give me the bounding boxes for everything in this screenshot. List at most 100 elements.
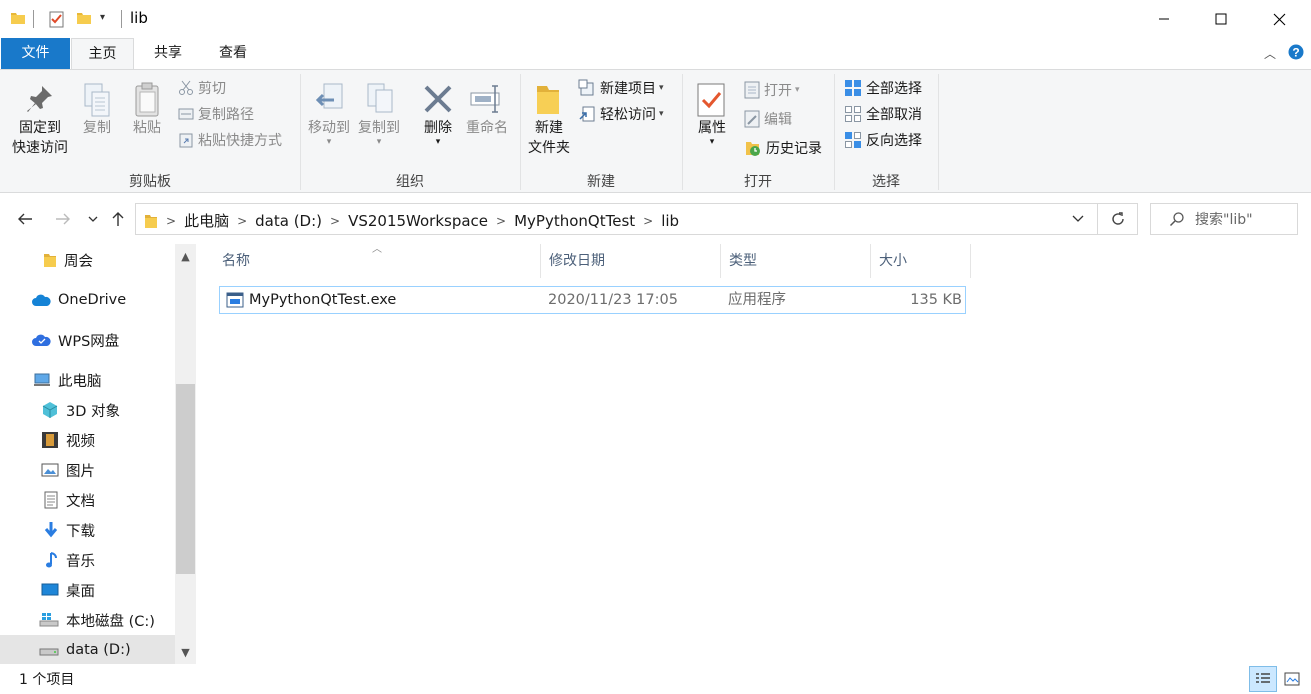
breadcrumb-lib[interactable]: lib xyxy=(655,212,685,230)
easy-access-label: 轻松访问 xyxy=(600,107,656,123)
nav-item-music[interactable]: 音乐 xyxy=(0,545,175,575)
breadcrumb-chevron-icon[interactable]: > xyxy=(641,214,655,228)
column-header-modified[interactable]: 修改日期 xyxy=(541,244,721,278)
scissors-icon xyxy=(178,80,194,96)
nav-item-onedrive[interactable]: OneDrive xyxy=(0,285,175,315)
move-to-button[interactable]: 移动到 ▾ xyxy=(304,82,354,147)
new-folder-quick-access-icon[interactable] xyxy=(76,10,92,26)
documents-icon xyxy=(43,491,59,509)
minimize-button[interactable] xyxy=(1136,0,1192,38)
scrollbar-thumb[interactable] xyxy=(176,384,195,574)
group-label-organize: 组织 xyxy=(396,174,424,190)
breadcrumb-data-drive[interactable]: data (D:) xyxy=(249,212,328,230)
copy-button[interactable]: 复制 xyxy=(76,82,118,138)
nav-item-label: 视频 xyxy=(66,433,95,450)
tab-view[interactable]: 查看 xyxy=(201,38,265,69)
invert-selection-button[interactable]: 反向选择 xyxy=(844,128,922,152)
forward-button[interactable] xyxy=(50,206,76,232)
scroll-up-arrow-icon[interactable]: ▲ xyxy=(175,246,196,266)
group-label-select: 选择 xyxy=(872,174,900,190)
history-button[interactable]: 历史记录 xyxy=(744,136,822,160)
column-header-type[interactable]: 类型 xyxy=(721,244,871,278)
breadcrumb-chevron-icon[interactable]: > xyxy=(328,214,342,228)
customize-quick-access-chevron-icon[interactable]: ▾ xyxy=(100,12,105,23)
refresh-button[interactable] xyxy=(1098,203,1138,235)
maximize-button[interactable] xyxy=(1193,0,1249,38)
large-icons-view-button[interactable] xyxy=(1278,666,1306,692)
help-icon[interactable]: ? xyxy=(1288,44,1304,60)
recent-locations-button[interactable] xyxy=(84,206,102,232)
up-button[interactable] xyxy=(106,206,130,232)
pin-to-quick-access-button[interactable]: 固定到 快速访问 xyxy=(6,82,74,158)
new-folder-label-line2: 文件夹 xyxy=(528,140,570,156)
desktop-icon xyxy=(41,582,59,598)
delete-button[interactable]: 删除 ▾ xyxy=(416,82,460,147)
easy-access-dropdown-caret: ▾ xyxy=(659,109,664,119)
search-box[interactable]: 搜索"lib" xyxy=(1150,203,1298,235)
easy-access-icon xyxy=(578,105,596,123)
breadcrumb-vs2015workspace[interactable]: VS2015Workspace xyxy=(342,212,494,230)
group-label-clipboard: 剪贴板 xyxy=(129,174,171,190)
paste-shortcut-button[interactable]: 粘贴快捷方式 xyxy=(178,128,282,152)
nav-item-zhouhui[interactable]: 周会 xyxy=(0,245,175,275)
exe-app-icon xyxy=(226,292,244,308)
select-none-label: 全部取消 xyxy=(866,107,922,123)
details-view-button[interactable] xyxy=(1249,666,1277,692)
rename-button[interactable]: 重命名 xyxy=(462,82,512,138)
address-bar[interactable]: > 此电脑 > data (D:) > VS2015Workspace > My… xyxy=(135,203,1098,235)
ribbon-tabs: 文件 主页 共享 查看 ︿ ? xyxy=(0,38,1311,70)
table-row[interactable]: MyPythonQtTest.exe 2020/11/23 17:05 应用程序… xyxy=(219,286,966,314)
nav-pane-scrollbar[interactable]: ▲ ▼ xyxy=(175,244,196,664)
nav-item-downloads[interactable]: 下载 xyxy=(0,515,175,545)
collapse-ribbon-icon[interactable]: ︿ xyxy=(1264,45,1276,62)
group-label-open: 打开 xyxy=(744,174,772,190)
close-button[interactable] xyxy=(1251,0,1307,38)
back-button[interactable] xyxy=(12,206,38,232)
new-folder-button[interactable]: 新建 文件夹 xyxy=(524,82,574,158)
onedrive-cloud-icon xyxy=(31,293,51,307)
column-header-size[interactable]: 大小 xyxy=(871,244,971,278)
nav-item-pictures[interactable]: 图片 xyxy=(0,455,175,485)
select-all-button[interactable]: 全部选择 xyxy=(844,76,922,100)
breadcrumb-chevron-icon[interactable]: > xyxy=(235,214,249,228)
tab-share[interactable]: 共享 xyxy=(136,38,200,69)
copy-to-button[interactable]: 复制到 ▾ xyxy=(354,82,404,147)
nav-item-wps-drive[interactable]: WPS网盘 xyxy=(0,325,175,355)
scroll-down-arrow-icon[interactable]: ▼ xyxy=(175,642,196,662)
breadcrumb-mypythonqttest[interactable]: MyPythonQtTest xyxy=(508,212,641,230)
select-all-label: 全部选择 xyxy=(866,81,922,97)
nav-item-label: 下载 xyxy=(66,523,95,540)
tab-file[interactable]: 文件 xyxy=(1,38,70,69)
nav-item-data-d[interactable]: data (D:) xyxy=(0,635,175,665)
select-none-button[interactable]: 全部取消 xyxy=(844,102,922,126)
breadcrumb-chevron-icon[interactable]: > xyxy=(494,214,508,228)
properties-button[interactable]: 属性 ▾ xyxy=(690,82,734,147)
nav-item-local-disk-c[interactable]: 本地磁盘 (C:) xyxy=(0,605,175,635)
edit-button[interactable]: 编辑 xyxy=(744,107,792,131)
file-modified: 2020/11/23 17:05 xyxy=(548,292,678,308)
cut-button[interactable]: 剪切 xyxy=(178,76,226,100)
tab-home[interactable]: 主页 xyxy=(71,38,134,70)
maximize-icon xyxy=(1215,13,1227,25)
nav-item-3d-objects[interactable]: 3D 对象 xyxy=(0,395,175,425)
nav-item-desktop[interactable]: 桌面 xyxy=(0,575,175,605)
nav-item-this-pc[interactable]: 此电脑 xyxy=(0,365,175,395)
select-all-icon xyxy=(844,79,862,97)
nav-item-documents[interactable]: 文档 xyxy=(0,485,175,515)
copy-path-button[interactable]: 复制路径 xyxy=(178,102,254,126)
breadcrumb-this-pc[interactable]: 此电脑 xyxy=(178,210,235,231)
properties-quick-access-icon[interactable] xyxy=(48,10,66,28)
paste-button[interactable]: 粘贴 xyxy=(126,82,168,138)
nav-item-label: 音乐 xyxy=(66,553,95,570)
breadcrumb-chevron-icon: > xyxy=(166,213,177,228)
move-to-icon xyxy=(312,82,346,116)
nav-item-label: OneDrive xyxy=(58,292,127,308)
easy-access-button[interactable]: 轻松访问 ▾ xyxy=(578,102,664,126)
pin-label-line2: 快速访问 xyxy=(12,140,68,156)
new-item-button[interactable]: 新建项目 ▾ xyxy=(578,76,664,100)
address-history-dropdown-icon[interactable] xyxy=(1072,215,1084,223)
edit-label: 编辑 xyxy=(764,112,792,128)
nav-item-videos[interactable]: 视频 xyxy=(0,425,175,455)
open-button[interactable]: 打开 ▾ xyxy=(744,78,800,102)
column-header-name[interactable]: 名称 xyxy=(214,244,541,278)
